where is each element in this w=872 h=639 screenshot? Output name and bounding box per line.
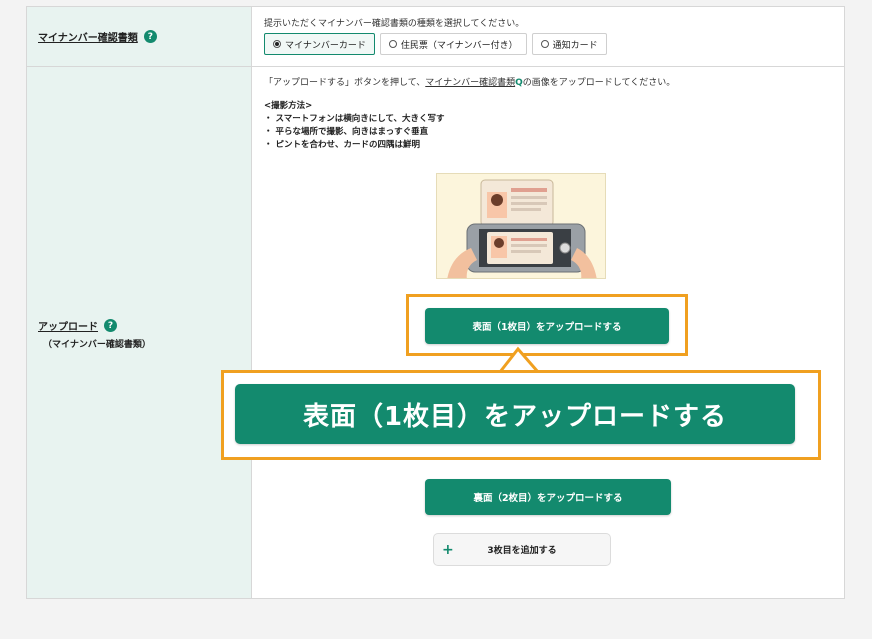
document-type-instruction: 提示いただくマイナンバー確認書類の種類を選択してください。 [264,19,525,29]
document-type-label-text[interactable]: マイナンバー確認書類 [38,29,138,44]
upload-sublabel: （マイナンバー確認書類） [43,340,151,350]
photo-tips: <撮影方法> ・ スマートフォンは横向きにして、大きく写す ・ 平らな場所で撮影… [264,100,445,152]
radio-unselected-icon [388,40,397,48]
upload-front-button[interactable]: 表面（1枚目）をアップロードする [425,308,669,344]
photo-guide-illustration [436,173,606,279]
radio-selected-icon [273,40,281,48]
document-type-label: マイナンバー確認書類 ? [38,29,157,44]
label-column [27,7,252,598]
photo-tip: ・ スマートフォンは横向きにして、大きく写す [264,114,445,124]
radio-unselected-icon [540,40,549,48]
radio-label: 住民票（マイナンバー付き） [400,40,518,51]
radio-label: マイナンバーカード [285,40,366,51]
photo-tips-title: <撮影方法> [264,101,313,111]
document-link[interactable]: マイナンバー確認書類 [425,78,515,88]
add-third-page-label: 3枚目を追加する [487,546,557,556]
upload-back-button[interactable]: 裏面（2枚目）をアップロードする [425,479,671,515]
help-icon[interactable]: ? [143,30,157,43]
radio-label: 通知カード [552,40,598,51]
upload-instruction-suffix: の画像をアップロードしてください。 [522,78,676,88]
callout-pointer [498,346,540,372]
row-divider [27,66,844,67]
zoom-icon[interactable]: Q [515,78,523,88]
upload-label-text[interactable]: アップロード [38,318,98,333]
smartphone-card-illustration [447,179,597,278]
photo-tip: ・ 平らな場所で撮影、向きはまっすぐ垂直 [264,127,429,137]
add-third-page-button[interactable]: + 3枚目を追加する [433,533,611,566]
document-type-radio-group: マイナンバーカード 住民票（マイナンバー付き） 通知カード [264,33,607,55]
help-icon[interactable]: ? [104,319,117,332]
radio-mynumber-card[interactable]: マイナンバーカード [264,33,375,55]
upload-label: アップロード ? [38,318,117,333]
plus-icon: + [442,541,454,558]
upload-instruction-prefix: 「アップロードする」ボタンを押して、 [264,78,426,88]
photo-tip: ・ ピントを合わせ、カードの四隅は鮮明 [264,140,420,150]
upload-instruction: 「アップロードする」ボタンを押して、マイナンバー確認書類Qの画像をアップロードし… [264,75,675,88]
callout-front-button: 表面（1枚目）をアップロードする [235,384,795,444]
radio-notification-card[interactable]: 通知カード [531,33,607,55]
radio-resident-record[interactable]: 住民票（マイナンバー付き） [379,33,527,55]
